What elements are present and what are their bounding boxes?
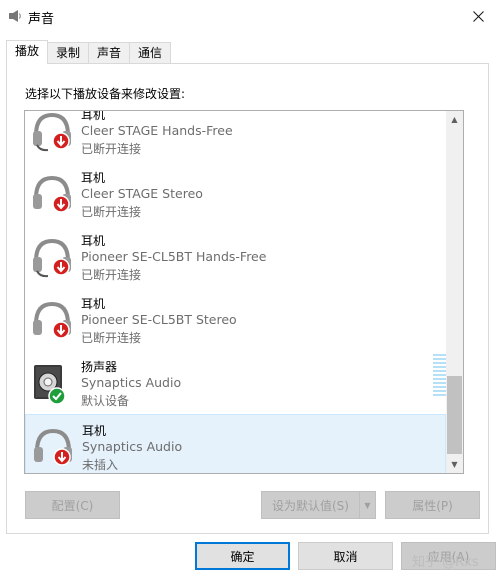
tab-communications[interactable]: 通信 (129, 42, 172, 64)
list-scrollbar[interactable]: ▲ ▼ (446, 111, 463, 473)
device-name: 扬声器 (81, 360, 118, 374)
scrollbar-thumb[interactable] (447, 376, 462, 454)
device-name: 耳机 (82, 424, 107, 438)
headphones-icon (33, 301, 71, 339)
title-bar: 声音 (0, 0, 500, 32)
device-name: 耳机 (81, 171, 106, 185)
device-model: Pioneer SE-CL5BT Stereo (81, 312, 237, 327)
set-default-button[interactable]: 设为默认值(S) ▼ (261, 491, 376, 519)
ok-button[interactable]: 确定 (195, 542, 290, 570)
tab-sounds[interactable]: 声音 (88, 42, 131, 64)
chevron-down-icon[interactable]: ▼ (359, 492, 375, 518)
device-name: 耳机 (81, 110, 106, 122)
device-list[interactable]: 耳机 Cleer STAGE Hands-Free 已断开连接 耳机 Cleer… (24, 110, 464, 474)
device-status: 默认设备 (81, 394, 130, 408)
device-status: 已断开连接 (81, 268, 142, 282)
device-model: Cleer STAGE Stereo (81, 186, 203, 201)
close-button[interactable] (456, 0, 500, 32)
watermark-text: 知乎 @Rxs (412, 555, 479, 570)
headset-icon (33, 112, 71, 152)
headphones-icon (33, 175, 71, 213)
headphones-icon (34, 428, 72, 466)
set-default-label: 设为默认值(S) (272, 498, 349, 513)
device-model: Cleer STAGE Hands-Free (81, 123, 233, 138)
cancel-button[interactable]: 取消 (298, 542, 393, 570)
tab-playback[interactable]: 播放 (6, 40, 49, 64)
device-list-items: 耳机 Cleer STAGE Hands-Free 已断开连接 耳机 Cleer… (25, 110, 447, 473)
headset-icon (33, 238, 71, 278)
tab-recording[interactable]: 录制 (47, 42, 90, 64)
device-model: Pioneer SE-CL5BT Hands-Free (81, 249, 267, 264)
playback-panel: 选择以下播放设备来修改设置: 耳机 Cleer STAGE Hands-Free… (6, 63, 489, 534)
volume-meter (433, 354, 447, 398)
close-icon (472, 10, 484, 22)
device-item[interactable]: 扬声器 Synaptics Audio 默认设备 (25, 351, 447, 414)
device-status: 已断开连接 (81, 142, 142, 156)
default-check-badge (48, 387, 66, 405)
device-item[interactable]: 耳机 Cleer STAGE Stereo 已断开连接 (25, 162, 446, 225)
instruction-label: 选择以下播放设备来修改设置: (25, 87, 186, 101)
device-item[interactable]: 耳机 Pioneer SE-CL5BT Stereo 已断开连接 (25, 288, 446, 351)
device-status: 已断开连接 (81, 205, 142, 219)
device-item-selected[interactable]: 耳机 Synaptics Audio 未插入 (25, 414, 446, 473)
configure-button[interactable]: 配置(C) (25, 491, 120, 519)
device-status: 未插入 (82, 458, 119, 472)
speaker-app-icon (9, 10, 21, 22)
device-name: 耳机 (81, 234, 106, 248)
device-model: Synaptics Audio (81, 375, 182, 390)
properties-button[interactable]: 属性(P) (385, 491, 480, 519)
device-item[interactable]: 耳机 Pioneer SE-CL5BT Hands-Free 已断开连接 (25, 225, 446, 288)
device-status: 已断开连接 (81, 331, 142, 345)
device-item[interactable]: 耳机 Cleer STAGE Hands-Free 已断开连接 (25, 110, 446, 162)
device-model: Synaptics Audio (82, 439, 183, 454)
window-title: 声音 (28, 12, 55, 27)
speaker-icon (34, 365, 66, 405)
scroll-up-arrow-icon[interactable]: ▲ (446, 111, 463, 128)
scroll-down-arrow-icon[interactable]: ▼ (446, 456, 463, 473)
device-name: 耳机 (81, 297, 106, 311)
tab-strip: 播放 录制 声音 通信 (6, 40, 172, 64)
